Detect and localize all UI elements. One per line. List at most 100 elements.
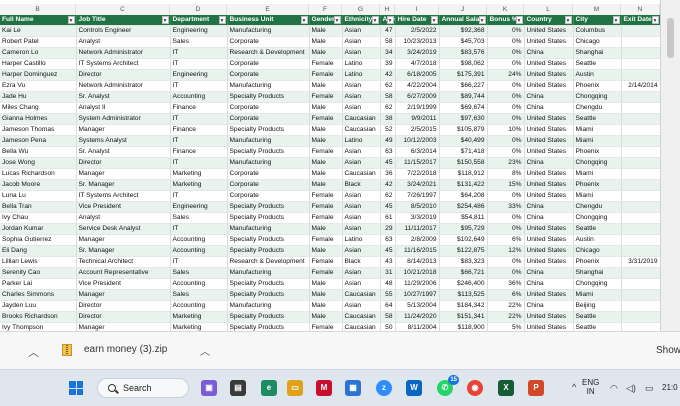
- table-cell[interactable]: Male: [309, 311, 343, 324]
- column-letter[interactable]: D: [170, 4, 227, 15]
- table-cell[interactable]: 10/12/2003: [395, 135, 440, 148]
- table-cell[interactable]: Latino: [342, 69, 381, 82]
- table-cell[interactable]: Phoenix: [573, 256, 622, 269]
- filter-dropdown-icon[interactable]: ▼: [333, 16, 341, 24]
- table-cell[interactable]: Specialty Products: [227, 124, 310, 137]
- table-cell[interactable]: 0%: [487, 47, 525, 60]
- table-cell[interactable]: Male: [309, 278, 343, 291]
- table-cell[interactable]: Accounting: [170, 234, 228, 247]
- table-cell[interactable]: Jordan Kumar: [0, 223, 77, 236]
- table-cell[interactable]: Corporate: [227, 179, 310, 192]
- table-cell[interactable]: Miami: [573, 289, 622, 302]
- column-header[interactable]: Job Title ▼: [76, 15, 171, 27]
- table-cell[interactable]: Asian: [342, 201, 381, 214]
- table-cell[interactable]: Asian: [342, 223, 381, 236]
- table-cell[interactable]: $64,208: [439, 190, 488, 203]
- table-cell[interactable]: Manager: [76, 289, 171, 302]
- table-cell[interactable]: China: [524, 212, 574, 225]
- table-cell[interactable]: Research & Development: [227, 47, 310, 60]
- column-header[interactable]: Age▼: [380, 15, 396, 27]
- table-cell[interactable]: IT: [170, 113, 228, 126]
- table-cell[interactable]: Manufacturing: [227, 157, 310, 170]
- table-cell[interactable]: Phoenix: [573, 80, 622, 93]
- excel-icon[interactable]: X: [498, 380, 514, 396]
- table-cell[interactable]: [621, 146, 660, 159]
- table-cell[interactable]: Female: [309, 322, 343, 331]
- table-cell[interactable]: Sales: [170, 267, 228, 280]
- table-cell[interactable]: Jose Wong: [0, 157, 77, 170]
- table-cell[interactable]: $83,576: [439, 47, 488, 60]
- table-cell[interactable]: Asian: [342, 47, 381, 60]
- table-cell[interactable]: System Administrator: [76, 113, 171, 126]
- table-cell[interactable]: Asian: [342, 300, 381, 313]
- table-cell[interactable]: Cameron Lo: [0, 47, 77, 60]
- table-cell[interactable]: 58: [380, 91, 396, 104]
- table-cell[interactable]: Manager: [76, 322, 171, 331]
- table-cell[interactable]: 43: [380, 256, 396, 269]
- table-cell[interactable]: $105,879: [439, 124, 488, 137]
- table-cell[interactable]: Director: [76, 157, 171, 170]
- column-letter[interactable]: G: [342, 4, 380, 15]
- table-cell[interactable]: Manufacturing: [227, 267, 310, 280]
- table-cell[interactable]: 8%: [487, 168, 525, 181]
- table-cell[interactable]: Corporate: [227, 69, 310, 82]
- table-cell[interactable]: [621, 58, 660, 71]
- table-cell[interactable]: 45: [380, 201, 396, 214]
- table-cell[interactable]: Miles Chang: [0, 102, 77, 115]
- table-cell[interactable]: China: [524, 91, 574, 104]
- table-cell[interactable]: 0%: [487, 135, 525, 148]
- column-header[interactable]: Exit Date ▼: [621, 15, 660, 27]
- table-cell[interactable]: 34: [380, 47, 396, 60]
- table-cell[interactable]: 5/13/2004: [395, 300, 440, 313]
- column-letter[interactable]: H: [380, 4, 395, 15]
- table-cell[interactable]: Manufacturing: [227, 80, 310, 93]
- table-cell[interactable]: Male: [309, 135, 343, 148]
- chevron-up-icon[interactable]: ︿: [28, 344, 39, 360]
- column-letter[interactable]: B: [0, 4, 76, 15]
- table-cell[interactable]: IT: [170, 47, 228, 60]
- table-cell[interactable]: Asian: [342, 278, 381, 291]
- table-cell[interactable]: [621, 168, 660, 181]
- table-cell[interactable]: Male: [309, 124, 343, 137]
- table-cell[interactable]: United States: [524, 58, 574, 71]
- table-cell[interactable]: China: [524, 278, 574, 291]
- table-cell[interactable]: Accounting: [170, 278, 228, 291]
- zoom-icon[interactable]: z: [376, 380, 392, 396]
- table-cell[interactable]: United States: [524, 179, 574, 192]
- table-cell[interactable]: $246,400: [439, 278, 488, 291]
- table-cell[interactable]: $184,342: [439, 300, 488, 313]
- table-cell[interactable]: Black: [342, 256, 381, 269]
- table-cell[interactable]: United States: [524, 113, 574, 126]
- table-cell[interactable]: 3/31/2019: [621, 256, 660, 269]
- table-cell[interactable]: United States: [524, 124, 574, 137]
- table-cell[interactable]: 10/23/2013: [395, 36, 440, 49]
- table-cell[interactable]: United States: [524, 289, 574, 302]
- table-cell[interactable]: Female: [309, 234, 343, 247]
- mcafee-icon[interactable]: M: [316, 380, 332, 396]
- table-cell[interactable]: 22%: [487, 311, 525, 324]
- table-cell[interactable]: Austin: [573, 234, 622, 247]
- table-cell[interactable]: Seattle: [573, 223, 622, 236]
- table-cell[interactable]: 2/14/2014: [621, 80, 660, 93]
- table-cell[interactable]: Ivy Thompson: [0, 322, 77, 331]
- table-cell[interactable]: IT: [170, 58, 228, 71]
- table-cell[interactable]: 6%: [487, 234, 525, 247]
- table-cell[interactable]: Caucasian: [342, 289, 381, 302]
- table-cell[interactable]: $122,875: [439, 245, 488, 258]
- table-cell[interactable]: Phoenix: [573, 146, 622, 159]
- table-cell[interactable]: China: [524, 201, 574, 214]
- table-cell[interactable]: Sales: [170, 212, 228, 225]
- table-cell[interactable]: Gianna Holmes: [0, 113, 77, 126]
- table-cell[interactable]: Finance: [170, 124, 228, 137]
- table-cell[interactable]: United States: [524, 223, 574, 236]
- column-header[interactable]: Ethnicity ▼: [342, 15, 381, 27]
- table-cell[interactable]: 7/22/2018: [395, 168, 440, 181]
- speaker-icon[interactable]: ◁): [626, 383, 636, 394]
- table-cell[interactable]: 2/5/2022: [395, 25, 440, 38]
- filter-dropdown-icon[interactable]: ▼: [430, 16, 438, 24]
- table-cell[interactable]: 42: [380, 69, 396, 82]
- table-cell[interactable]: 6/18/2005: [395, 69, 440, 82]
- table-cell[interactable]: 61: [380, 212, 396, 225]
- filter-dropdown-icon[interactable]: ▼: [67, 16, 75, 24]
- column-letter[interactable]: F: [309, 4, 342, 15]
